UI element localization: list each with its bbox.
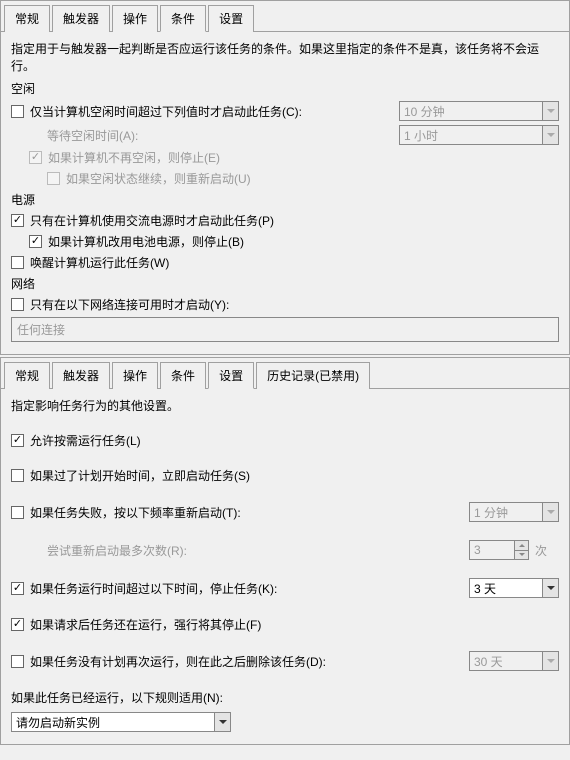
stop-after-dropdown[interactable]: 3 天: [469, 578, 559, 598]
force-stop-checkbox[interactable]: [11, 618, 24, 631]
force-stop-label: 如果请求后任务还在运行，强行将其停止(F): [30, 616, 261, 633]
stop-if-not-idle-checkbox: [29, 151, 42, 164]
tab-conditions[interactable]: 条件: [160, 5, 206, 32]
rule-value: 请勿启动新实例: [12, 714, 214, 731]
start-if-idle-checkbox[interactable]: [11, 105, 24, 118]
settings-desc: 指定影响任务行为的其他设置。: [11, 397, 559, 414]
allow-on-demand-label: 允许按需运行任务(L): [30, 432, 141, 449]
tab-triggers[interactable]: 触发器: [52, 5, 110, 32]
conditions-tabs: 常规 触发器 操作 条件 设置: [1, 1, 569, 32]
stop-if-long-checkbox[interactable]: [11, 582, 24, 595]
chevron-down-icon[interactable]: [214, 713, 230, 731]
restart-on-fail-label: 如果任务失败，按以下频率重新启动(T):: [30, 504, 241, 521]
stop-on-battery-checkbox[interactable]: [29, 235, 42, 248]
settings-content: 指定影响任务行为的其他设置。 允许按需运行任务(L) 如果过了计划开始时间，立即…: [1, 389, 569, 744]
stop-if-not-idle-label: 如果计算机不再空闲，则停止(E): [48, 149, 220, 166]
tab-actions[interactable]: 操作: [112, 5, 158, 32]
wait-idle-label: 等待空闲时间(A):: [47, 127, 138, 144]
network-section: 网络: [11, 275, 559, 292]
tab2-triggers[interactable]: 触发器: [52, 362, 110, 389]
tab2-conditions[interactable]: 条件: [160, 362, 206, 389]
network-connection-field: 任何连接: [11, 317, 559, 342]
wait-idle-dropdown: 1 小时: [399, 125, 559, 145]
only-ac-label: 只有在计算机使用交流电源时才启动此任务(P): [30, 212, 274, 229]
rule-dropdown[interactable]: 请勿启动新实例: [11, 712, 231, 732]
conditions-desc: 指定用于与触发器一起判断是否应运行该任务的条件。如果这里指定的条件不是真，该任务…: [11, 40, 559, 74]
delete-after-value: 30 天: [470, 653, 542, 670]
idle-duration-value: 10 分钟: [400, 103, 542, 120]
tab-settings[interactable]: 设置: [208, 5, 254, 32]
restart-interval-value: 1 分钟: [470, 504, 542, 521]
wait-idle-value: 1 小时: [400, 127, 542, 144]
retry-count-spinner: 3: [469, 540, 529, 560]
stop-on-battery-label: 如果计算机改用电池电源，则停止(B): [48, 233, 244, 250]
rule-label: 如果此任务已经运行，以下规则适用(N):: [11, 689, 223, 706]
retry-count-label: 尝试重新启动最多次数(R):: [47, 542, 187, 559]
run-if-missed-label: 如果过了计划开始时间，立即启动任务(S): [30, 467, 250, 484]
power-section: 电源: [11, 191, 559, 208]
tab2-settings[interactable]: 设置: [208, 362, 254, 389]
run-if-missed-checkbox[interactable]: [11, 469, 24, 482]
chevron-down-icon[interactable]: [542, 579, 558, 597]
conditions-panel: 常规 触发器 操作 条件 设置 指定用于与触发器一起判断是否应运行该任务的条件。…: [0, 0, 570, 355]
retry-suffix: 次: [535, 542, 547, 559]
delete-if-no-sched-checkbox[interactable]: [11, 655, 24, 668]
tab2-actions[interactable]: 操作: [112, 362, 158, 389]
restart-if-idle-checkbox: [47, 172, 60, 185]
settings-panel: 常规 触发器 操作 条件 设置 历史记录(已禁用) 指定影响任务行为的其他设置。…: [0, 357, 570, 745]
stop-if-long-label: 如果任务运行时间超过以下时间，停止任务(K):: [30, 580, 277, 597]
chevron-down-icon: [542, 126, 558, 144]
restart-interval-dropdown: 1 分钟: [469, 502, 559, 522]
only-if-net-checkbox[interactable]: [11, 298, 24, 311]
retry-count-value: 3: [470, 543, 514, 557]
only-ac-checkbox[interactable]: [11, 214, 24, 227]
start-if-idle-label: 仅当计算机空闲时间超过下列值时才启动此任务(C):: [30, 103, 302, 120]
restart-if-idle-label: 如果空闲状态继续，则重新启动(U): [66, 170, 251, 187]
delete-after-dropdown: 30 天: [469, 651, 559, 671]
allow-on-demand-checkbox[interactable]: [11, 434, 24, 447]
settings-tabs: 常规 触发器 操作 条件 设置 历史记录(已禁用): [1, 358, 569, 389]
spinner-buttons: [514, 541, 528, 559]
delete-if-no-sched-label: 如果任务没有计划再次运行，则在此之后删除该任务(D):: [30, 653, 326, 670]
idle-duration-dropdown: 10 分钟: [399, 101, 559, 121]
stop-after-value: 3 天: [470, 580, 542, 597]
chevron-down-icon: [542, 102, 558, 120]
tab2-general[interactable]: 常规: [4, 362, 50, 389]
only-if-net-label: 只有在以下网络连接可用时才启动(Y):: [30, 296, 229, 313]
tab2-history[interactable]: 历史记录(已禁用): [256, 362, 370, 389]
restart-on-fail-checkbox[interactable]: [11, 506, 24, 519]
conditions-content: 指定用于与触发器一起判断是否应运行该任务的条件。如果这里指定的条件不是真，该任务…: [1, 32, 569, 354]
chevron-down-icon: [542, 503, 558, 521]
tab-general[interactable]: 常规: [4, 5, 50, 32]
chevron-down-icon: [542, 652, 558, 670]
wake-to-run-label: 唤醒计算机运行此任务(W): [30, 254, 169, 271]
wake-to-run-checkbox[interactable]: [11, 256, 24, 269]
idle-section: 空闲: [11, 80, 559, 97]
